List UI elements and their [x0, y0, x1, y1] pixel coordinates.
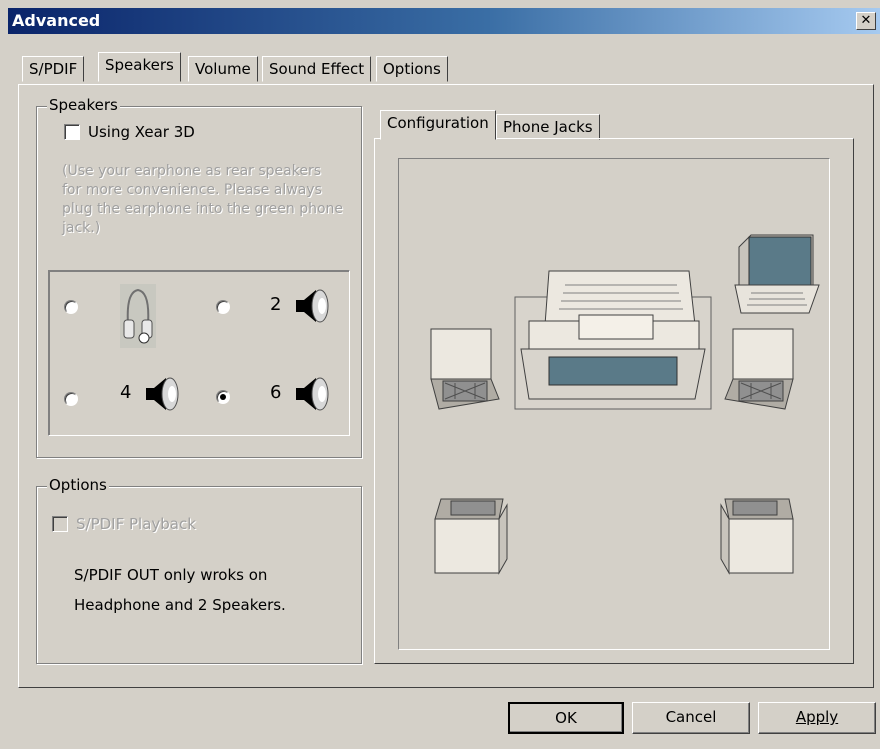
mode-2-label: 2 — [270, 294, 282, 315]
close-icon: ✕ — [860, 13, 872, 28]
front-right-speaker-icon — [724, 328, 794, 410]
tab-label: Sound Effect — [269, 60, 365, 78]
rear-left-speaker-icon — [434, 498, 508, 575]
center-speaker-icon — [514, 270, 712, 410]
radio-2-speakers[interactable] — [216, 300, 230, 314]
hint-line: for more convenience. Please always — [62, 182, 322, 198]
hint-line: plug the earphone into the green phone — [62, 201, 344, 217]
mode-6-label: 6 — [270, 382, 282, 403]
hint-line: jack.) — [62, 220, 101, 236]
mode-4-label: 4 — [120, 382, 132, 403]
xear-hint-text: (Use your earphone as rear speakers for … — [62, 162, 343, 238]
apply-button[interactable]: Apply — [758, 702, 876, 734]
speaker-4-icon — [144, 374, 180, 418]
front-left-speaker-icon — [430, 328, 500, 410]
close-button[interactable]: ✕ — [856, 12, 876, 30]
spdif-note-line2: Headphone and 2 Speakers. — [74, 596, 286, 614]
speaker-6-icon — [294, 374, 330, 418]
apply-label: Apply — [795, 708, 839, 726]
speakers-group-label: Speakers — [47, 96, 120, 114]
headphone-icon — [120, 284, 156, 348]
radio-6-speakers[interactable] — [216, 390, 230, 404]
tab-label: Phone Jacks — [503, 118, 593, 136]
rear-right-speaker-icon — [720, 498, 794, 575]
xear-3d-label: Using Xear 3D — [88, 123, 195, 141]
spdif-playback-label: S/PDIF Playback — [76, 515, 196, 533]
monitor-icon — [734, 234, 820, 314]
spdif-playback-checkbox[interactable] — [52, 516, 68, 532]
tab-label: Volume — [195, 60, 251, 78]
tab-sound-effect[interactable]: Sound Effect — [262, 56, 372, 82]
window-title: Advanced — [12, 11, 101, 30]
tab-configuration[interactable]: Configuration — [380, 110, 496, 140]
speaker-layout-diagram — [430, 234, 820, 575]
ok-button[interactable]: OK — [508, 702, 624, 734]
tab-speakers[interactable]: Speakers — [98, 52, 181, 82]
cancel-button[interactable]: Cancel — [632, 702, 750, 734]
tab-label: Options — [383, 60, 441, 78]
title-bar: Advanced ✕ — [8, 8, 880, 34]
radio-headphone[interactable] — [64, 300, 78, 314]
radio-4-speakers[interactable] — [64, 392, 78, 406]
tab-phone-jacks[interactable]: Phone Jacks — [496, 114, 600, 140]
hint-line: (Use your earphone as rear speakers — [62, 163, 322, 179]
xear-3d-checkbox[interactable] — [64, 124, 80, 140]
options-group-label: Options — [47, 476, 109, 494]
tab-label: Speakers — [105, 56, 174, 74]
tab-label: S/PDIF — [29, 60, 78, 78]
tab-options[interactable]: Options — [376, 56, 448, 82]
tab-spdif[interactable]: S/PDIF — [22, 56, 85, 82]
speaker-2-icon — [294, 286, 330, 330]
tab-volume[interactable]: Volume — [188, 56, 258, 82]
tab-label: Configuration — [387, 114, 489, 132]
spdif-note-line1: S/PDIF OUT only wroks on — [74, 566, 268, 584]
speaker-layout-view — [398, 158, 830, 650]
